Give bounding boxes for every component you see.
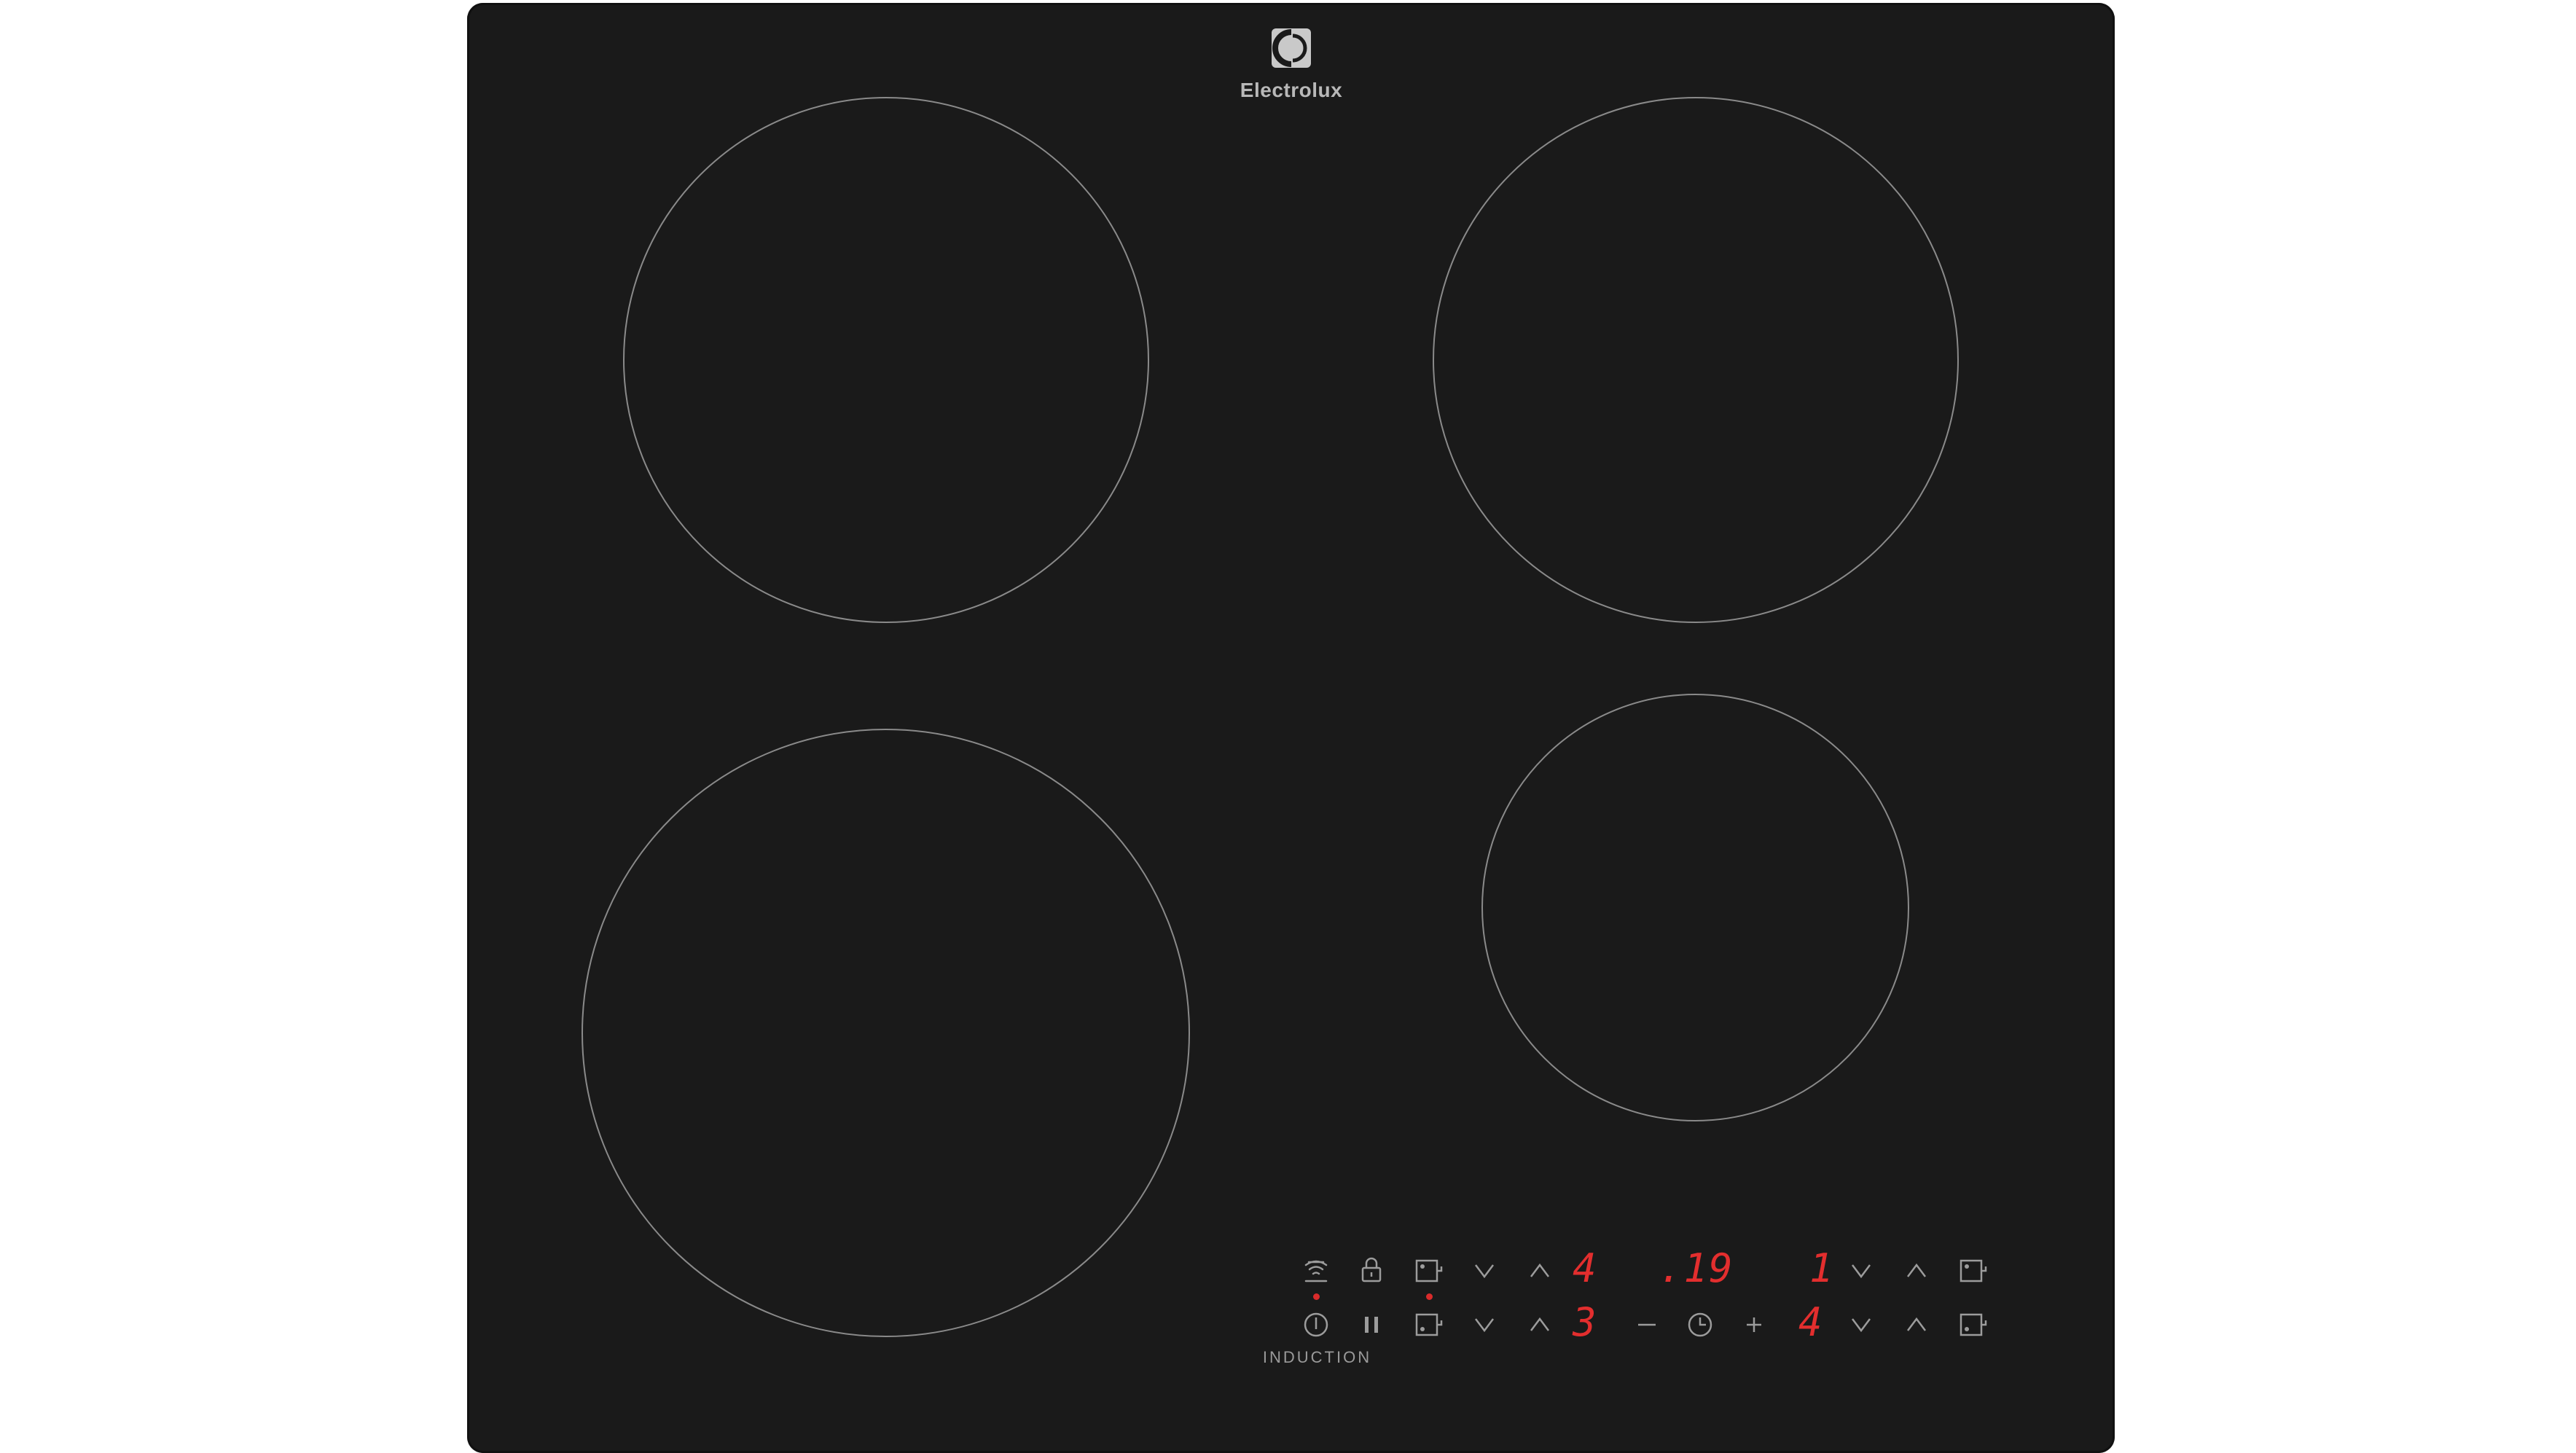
chevron-up-icon-front-right[interactable]	[1899, 1307, 1934, 1342]
lock-icon[interactable]	[1354, 1253, 1389, 1288]
chevron-up-icon-front-left[interactable]	[1522, 1307, 1557, 1342]
timer-icon[interactable]	[1683, 1307, 1718, 1342]
timer-display: .19	[1659, 1245, 1734, 1291]
cooking-zone-front-right	[1481, 694, 1909, 1121]
bridge-zone-icon-rear-right[interactable]	[1955, 1253, 1990, 1288]
front-left-power-display: 3	[1573, 1299, 1598, 1345]
pause-icon[interactable]	[1354, 1307, 1389, 1342]
bridge-zone-icon-rear-left[interactable]	[1411, 1253, 1446, 1288]
front-right-power-display: 4	[1798, 1299, 1824, 1345]
cooking-zone-rear-left	[623, 97, 1149, 623]
plus-icon[interactable]	[1737, 1307, 1772, 1342]
chevron-up-icon-rear-right[interactable]	[1899, 1253, 1934, 1288]
chevron-down-icon-front-right[interactable]	[1844, 1307, 1879, 1342]
chevron-up-icon-rear-left[interactable]	[1522, 1253, 1557, 1288]
induction-hob	[467, 3, 2115, 1453]
wifi-indicator-led	[1313, 1293, 1320, 1300]
rear-right-power-display: 1	[1809, 1245, 1835, 1291]
cooking-zone-front-left	[582, 729, 1190, 1337]
induction-label: INDUCTION	[1262, 1348, 1372, 1366]
power-icon[interactable]	[1299, 1307, 1334, 1342]
bridge-zone-icon-front-right[interactable]	[1955, 1307, 1990, 1342]
rear-left-power-display: 4	[1573, 1245, 1598, 1291]
bridge-zone-icon-front-left[interactable]	[1411, 1307, 1446, 1342]
hob-to-hood-wifi-icon[interactable]	[1299, 1253, 1334, 1288]
minus-icon[interactable]	[1629, 1307, 1664, 1342]
chevron-down-icon-front-left[interactable]	[1467, 1307, 1502, 1342]
electrolux-logo-icon	[1270, 27, 1312, 69]
bridge-indicator-led	[1426, 1293, 1433, 1300]
brand-name: Electrolux	[1240, 79, 1343, 101]
chevron-down-icon-rear-left[interactable]	[1467, 1253, 1502, 1288]
cooking-zone-rear-right	[1433, 97, 1959, 623]
chevron-down-icon-rear-right[interactable]	[1844, 1253, 1879, 1288]
